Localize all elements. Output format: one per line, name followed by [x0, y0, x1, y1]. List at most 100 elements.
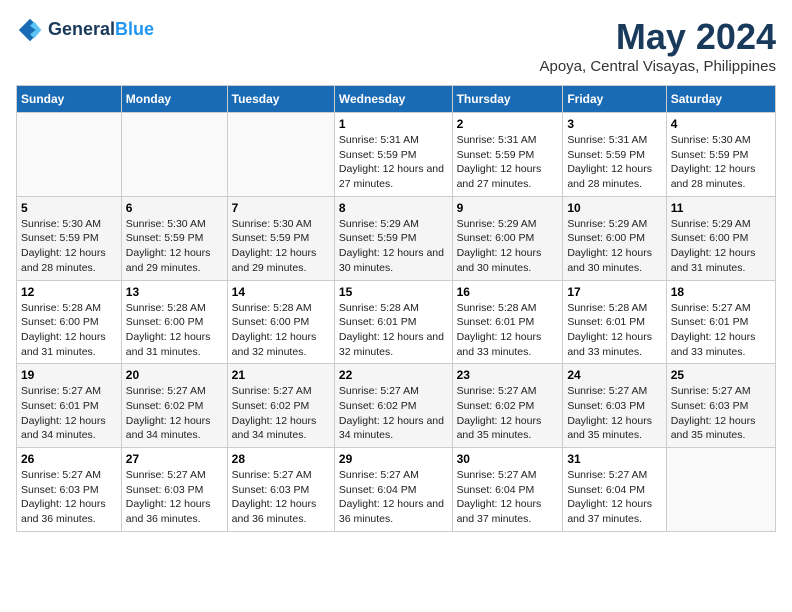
day-number: 30: [457, 452, 559, 466]
calendar-cell: 4 Sunrise: 5:30 AMSunset: 5:59 PMDaylight…: [666, 113, 775, 197]
calendar-cell: 15 Sunrise: 5:28 AMSunset: 6:01 PMDayligh…: [334, 280, 452, 364]
calendar-header-row: SundayMondayTuesdayWednesdayThursdayFrid…: [17, 86, 776, 113]
calendar-cell: 21 Sunrise: 5:27 AMSunset: 6:02 PMDayligh…: [227, 364, 334, 448]
calendar-cell: 18Sunrise: 5:27 AMSunset: 6:01 PMDayligh…: [666, 280, 775, 364]
calendar-cell: 26Sunrise: 5:27 AMSunset: 6:03 PMDayligh…: [17, 448, 122, 532]
day-number: 10: [567, 201, 661, 215]
calendar-cell: 16 Sunrise: 5:28 AMSunset: 6:01 PMDayligh…: [452, 280, 563, 364]
calendar-cell: 31 Sunrise: 5:27 AMSunset: 6:04 PMDayligh…: [563, 448, 666, 532]
day-info: Sunrise: 5:30 AMSunset: 5:59 PMDaylight:…: [126, 217, 223, 276]
day-info: Sunrise: 5:28 AMSunset: 6:00 PMDaylight:…: [126, 301, 223, 360]
day-info: Sunrise: 5:27 AMSunset: 6:02 PMDaylight:…: [457, 384, 559, 443]
day-info: Sunrise: 5:31 AMSunset: 5:59 PMDaylight:…: [457, 133, 559, 192]
day-number: 20: [126, 368, 223, 382]
calendar-cell: 8 Sunrise: 5:29 AMSunset: 5:59 PMDaylight…: [334, 196, 452, 280]
calendar-cell: 9 Sunrise: 5:29 AMSunset: 6:00 PMDaylight…: [452, 196, 563, 280]
calendar-cell: 25 Sunrise: 5:27 AMSunset: 6:03 PMDayligh…: [666, 364, 775, 448]
day-number: 23: [457, 368, 559, 382]
day-info: Sunrise: 5:27 AMSunset: 6:03 PMDaylight:…: [232, 468, 330, 527]
day-number: 3: [567, 117, 661, 131]
day-info: Sunrise: 5:28 AMSunset: 6:01 PMDaylight:…: [567, 301, 661, 360]
day-number: 6: [126, 201, 223, 215]
column-header-monday: Monday: [121, 86, 227, 113]
subtitle: Apoya, Central Visayas, Philippines: [539, 58, 776, 75]
day-info: Sunrise: 5:29 AMSunset: 5:59 PMDaylight:…: [339, 217, 448, 276]
calendar-cell: 19 Sunrise: 5:27 AMSunset: 6:01 PMDayligh…: [17, 364, 122, 448]
day-number: 5: [21, 201, 117, 215]
day-info: Sunrise: 5:30 AMSunset: 5:59 PMDaylight:…: [21, 217, 117, 276]
calendar-cell: 29Sunrise: 5:27 AMSunset: 6:04 PMDayligh…: [334, 448, 452, 532]
calendar-cell: 5 Sunrise: 5:30 AMSunset: 5:59 PMDaylight…: [17, 196, 122, 280]
day-number: 7: [232, 201, 330, 215]
day-info: Sunrise: 5:28 AMSunset: 6:01 PMDaylight:…: [457, 301, 559, 360]
day-info: Sunrise: 5:29 AMSunset: 6:00 PMDaylight:…: [671, 217, 771, 276]
day-number: 9: [457, 201, 559, 215]
column-header-friday: Friday: [563, 86, 666, 113]
calendar-cell: 11 Sunrise: 5:29 AMSunset: 6:00 PMDayligh…: [666, 196, 775, 280]
day-number: 17: [567, 285, 661, 299]
week-row-4: 19 Sunrise: 5:27 AMSunset: 6:01 PMDayligh…: [17, 364, 776, 448]
day-number: 8: [339, 201, 448, 215]
page-header: GeneralBlue May 2024 Apoya, Central Visa…: [16, 16, 776, 75]
calendar-cell: 10 Sunrise: 5:29 AMSunset: 6:00 PMDayligh…: [563, 196, 666, 280]
day-info: Sunrise: 5:30 AMSunset: 5:59 PMDaylight:…: [232, 217, 330, 276]
calendar-cell: 22 Sunrise: 5:27 AMSunset: 6:02 PMDayligh…: [334, 364, 452, 448]
day-number: 25: [671, 368, 771, 382]
calendar-cell: 12Sunrise: 5:28 AMSunset: 6:00 PMDayligh…: [17, 280, 122, 364]
day-number: 29: [339, 452, 448, 466]
day-info: Sunrise: 5:31 AMSunset: 5:59 PMDaylight:…: [567, 133, 661, 192]
day-info: Sunrise: 5:27 AMSunset: 6:01 PMDaylight:…: [671, 301, 771, 360]
day-number: 2: [457, 117, 559, 131]
day-number: 15: [339, 285, 448, 299]
day-info: Sunrise: 5:27 AMSunset: 6:01 PMDaylight:…: [21, 384, 117, 443]
logo: GeneralBlue: [16, 16, 154, 44]
calendar-cell: 27Sunrise: 5:27 AMSunset: 6:03 PMDayligh…: [121, 448, 227, 532]
day-info: Sunrise: 5:27 AMSunset: 6:02 PMDaylight:…: [126, 384, 223, 443]
calendar-cell: 1 Sunrise: 5:31 AMSunset: 5:59 PMDaylight…: [334, 113, 452, 197]
column-header-thursday: Thursday: [452, 86, 563, 113]
calendar-cell: 20 Sunrise: 5:27 AMSunset: 6:02 PMDayligh…: [121, 364, 227, 448]
title-section: May 2024 Apoya, Central Visayas, Philipp…: [539, 16, 776, 75]
day-info: Sunrise: 5:27 AMSunset: 6:02 PMDaylight:…: [232, 384, 330, 443]
day-info: Sunrise: 5:27 AMSunset: 6:03 PMDaylight:…: [126, 468, 223, 527]
calendar-cell: 7 Sunrise: 5:30 AMSunset: 5:59 PMDaylight…: [227, 196, 334, 280]
day-info: Sunrise: 5:29 AMSunset: 6:00 PMDaylight:…: [457, 217, 559, 276]
day-number: 16: [457, 285, 559, 299]
calendar-cell: 6 Sunrise: 5:30 AMSunset: 5:59 PMDaylight…: [121, 196, 227, 280]
week-row-3: 12 Sunrise: 5:28 AMSunset: 6:00 PMDayligh…: [17, 280, 776, 364]
day-info: Sunrise: 5:28 AMSunset: 6:01 PMDaylight:…: [339, 301, 448, 360]
day-number: 31: [567, 452, 661, 466]
calendar-cell: [121, 113, 227, 197]
calendar-cell: 2 Sunrise: 5:31 AMSunset: 5:59 PMDaylight…: [452, 113, 563, 197]
calendar-cell: [17, 113, 122, 197]
day-info: Sunrise: 5:27 AMSunset: 6:03 PMDaylight:…: [21, 468, 117, 527]
day-number: 22: [339, 368, 448, 382]
day-number: 11: [671, 201, 771, 215]
logo-text: GeneralBlue: [48, 20, 154, 40]
calendar-cell: 23 Sunrise: 5:27 AMSunset: 6:02 PMDayligh…: [452, 364, 563, 448]
day-number: 21: [232, 368, 330, 382]
calendar-cell: 3 Sunrise: 5:31 AMSunset: 5:59 PMDaylight…: [563, 113, 666, 197]
day-info: Sunrise: 5:31 AMSunset: 5:59 PMDaylight:…: [339, 133, 448, 192]
day-number: 4: [671, 117, 771, 131]
calendar-cell: [227, 113, 334, 197]
day-info: Sunrise: 5:27 AMSunset: 6:04 PMDaylight:…: [567, 468, 661, 527]
day-info: Sunrise: 5:29 AMSunset: 6:00 PMDaylight:…: [567, 217, 661, 276]
day-info: Sunrise: 5:27 AMSunset: 6:02 PMDaylight:…: [339, 384, 448, 443]
calendar-cell: 24Sunrise: 5:27 AMSunset: 6:03 PMDayligh…: [563, 364, 666, 448]
column-header-saturday: Saturday: [666, 86, 775, 113]
day-info: Sunrise: 5:30 AMSunset: 5:59 PMDaylight:…: [671, 133, 771, 192]
main-title: May 2024: [539, 16, 776, 58]
day-info: Sunrise: 5:28 AMSunset: 6:00 PMDaylight:…: [232, 301, 330, 360]
week-row-5: 26Sunrise: 5:27 AMSunset: 6:03 PMDayligh…: [17, 448, 776, 532]
calendar-cell: 13Sunrise: 5:28 AMSunset: 6:00 PMDayligh…: [121, 280, 227, 364]
day-info: Sunrise: 5:27 AMSunset: 6:04 PMDaylight:…: [457, 468, 559, 527]
day-info: Sunrise: 5:27 AMSunset: 6:03 PMDaylight:…: [671, 384, 771, 443]
logo-icon: [16, 16, 44, 44]
column-header-tuesday: Tuesday: [227, 86, 334, 113]
calendar-cell: 14Sunrise: 5:28 AMSunset: 6:00 PMDayligh…: [227, 280, 334, 364]
day-number: 19: [21, 368, 117, 382]
day-number: 12: [21, 285, 117, 299]
day-number: 1: [339, 117, 448, 131]
column-header-wednesday: Wednesday: [334, 86, 452, 113]
